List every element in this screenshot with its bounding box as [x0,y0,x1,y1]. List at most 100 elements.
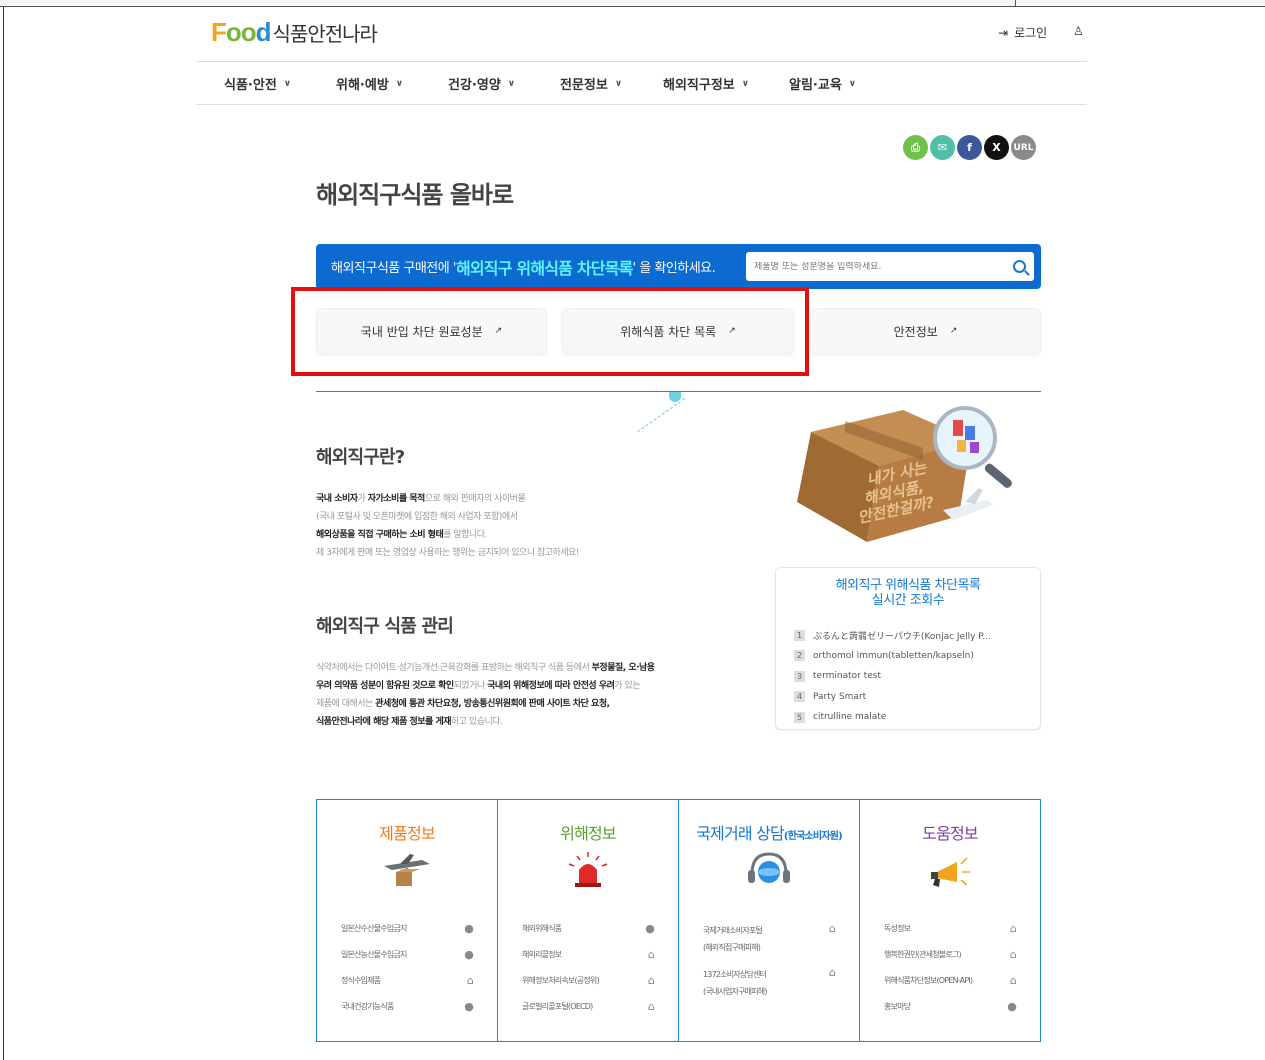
info-link-item[interactable]: 독성정보 ⌂ [884,922,1017,936]
share-toolbar: ⎙ ✉ f X URL [903,135,1036,160]
user-icon[interactable]: ♙ [1073,24,1084,38]
x-icon[interactable]: X [984,135,1009,160]
info-link-label: 국제거래소비자포털 (해외직접구매피해) [703,926,763,952]
info-link-item[interactable]: 위해정보처리속보(공정위) ⌂ [522,974,655,988]
facebook-icon[interactable]: f [957,135,982,160]
email-icon[interactable]: ✉ [930,135,955,160]
banner-text-after: ' 을 확인하세요. [632,261,716,276]
home-icon: ⌂ [828,966,836,979]
body-text: 제품에 대해서는 [316,699,376,709]
header-divider [196,61,1087,62]
emphasis-text: 우려 의약품 성분이 함유된 것으로 확인 [316,681,454,691]
nav-item[interactable]: 위해·예방 ∨ [336,74,448,93]
login-icon: ⇥ [998,25,1009,40]
info-link-item[interactable]: 일본산농산물수입금지 ● [341,948,474,962]
info-link-item[interactable]: 해외리콜정보 ⌂ [522,948,655,962]
info-link-item[interactable]: 1372소비자상담센터 (국내사업자구매피해) ⌂ [703,966,836,998]
info-link-item[interactable]: 행복한권민(관세청블로그) ⌂ [884,948,1017,962]
rank-item-label: ぷるんと蒟蒻ゼリーパウチ(Konjac Jelly P... [813,631,991,642]
main-navigation: 식품·안전 ∨ 위해·예방 ∨ 건강·영양 ∨ 전문정보 ∨ 해외직구정보 ∨ 알림·교육 ∨ [224,74,879,93]
play-circle-icon: ● [464,948,474,961]
window-left-border [3,7,4,1060]
emphasis-text: 자가소비를 목적 [367,494,426,504]
rank-item-label: citrulline malate [813,712,887,723]
play-circle-icon: ● [1007,1000,1017,1013]
nav-item[interactable]: 해외직구정보 ∨ [663,74,789,93]
emphasis-text: 부정물질, 오·남용 [591,663,655,673]
nav-item-label: 전문정보 [560,78,608,93]
info-column-title[interactable]: 국제거래 상담(한국소비자원) [679,820,859,844]
info-column: 도움정보 독성정보 ⌂ 행복한권민(관세청블로그) ⌂ 위해식품차단정보(OPEN-API… [860,800,1040,1041]
nav-item[interactable]: 식품·안전 ∨ [224,74,336,93]
quick-link-button[interactable]: 안전정보 ↗ [810,308,1041,354]
rank-number: 4 [794,691,805,703]
nav-item[interactable]: 건강·영양 ∨ [448,74,560,93]
info-link-label: 홍보마당 [884,1002,911,1011]
info-link-label: 독성정보 [884,924,911,933]
rank-item[interactable]: 3 terminator test [794,666,991,687]
url-icon[interactable]: URL [1011,135,1036,160]
info-column-title-text: 위해정보 [560,824,616,843]
info-link-list: 해외위해식품 ● 해외리콜정보 ⌂ 위해정보처리속보(공정위) ⌂ 글로벌리콜포털(OECD… [522,922,655,1026]
info-link-item[interactable]: 홍보마당 ● [884,1000,1017,1014]
info-column-title-text: 국제거래 상담 [696,824,785,843]
rank-item-label: orthomol immun(tabletten/kapseln) [813,650,974,661]
rank-item[interactable]: 1 ぷるんと蒟蒻ゼリーパウチ(Konjac Jelly P... [794,625,991,646]
home-icon: ⌂ [1009,948,1017,961]
realtime-title-line-1: 해외직구 위해식품 차단목록 [835,578,981,593]
info-column-title[interactable]: 도움정보 [860,820,1040,844]
rank-item[interactable]: 2 orthomol immun(tabletten/kapseln) [794,646,991,667]
paragraph-line: 제 3자에게 판매 또는 영업상 사용하는 행위는 금지되어 있으니 참고하세요… [316,544,579,562]
rank-item[interactable]: 4 Party Smart [794,687,991,708]
nav-item[interactable]: 알림·교육 ∨ [789,74,879,93]
info-link-list: 국제거래소비자포털 (해외직접구매피해) ⌂ 1372소비자상담센터 (국내사업자구… [703,922,836,1010]
rank-item-label: terminator test [813,671,881,682]
info-link-label: 1372소비자상담센터 (국내사업자구매피해) [703,970,767,996]
search-banner: 해외직구식품 구매전에 ' 해외직구 위해식품 차단목록 ' 을 확인하세요. [316,244,1041,289]
nav-divider [196,104,1087,105]
emphasis-text: 관세청에 통관 차단요청, 방송통신위원회에 판매 사이트 차단 요청, [375,699,610,709]
print-icon[interactable]: ⎙ [903,135,928,160]
info-link-item[interactable]: 글로벌리콜포털(OECD) ⌂ [522,1000,655,1014]
info-column-title[interactable]: 위해정보 [498,820,678,844]
external-arrow-icon: ↗ [949,326,958,336]
search-icon[interactable] [1013,260,1026,273]
body-text: 하고 있습니다. [451,717,503,727]
home-icon: ⌂ [647,1000,655,1013]
info-column-title[interactable]: 제품정보 [317,820,497,844]
emphasis-text: 식품안전나라에 해당 제품 정보를 게재 [316,717,452,727]
info-link-item[interactable]: 일본산수산물수입금지 ● [341,922,474,936]
info-link-item[interactable]: 국내건강기능식품 ● [341,1000,474,1014]
nav-item-label: 위해·예방 [336,78,389,93]
emphasis-text: 해외상품을 직접 구매하는 소비 형태 [316,530,444,540]
info-link-item[interactable]: 국제거래소비자포털 (해외직접구매피해) ⌂ [703,922,836,954]
info-link-list: 일본산수산물수입금지 ● 일본산농산물수입금지 ● 정식수입제품 ⌂ 국내건강기능식품 ● [341,922,474,1026]
login-label: 로그인 [1014,26,1048,40]
info-link-label: 일본산수산물수입금지 [341,924,407,933]
rank-item-label: Party Smart [813,691,867,702]
body-text: 를 말합니다. [443,530,487,540]
home-icon: ⌂ [828,922,836,935]
info-link-item[interactable]: 위해식품차단정보(OPEN-API) ⌂ [884,974,1017,988]
login-link[interactable]: ⇥ 로그인 [998,24,1047,41]
info-column-title-text: 도움정보 [922,824,978,843]
search-input[interactable] [754,261,1013,272]
nav-item[interactable]: 전문정보 ∨ [560,74,663,93]
realtime-rank-panel: 해외직구 위해식품 차단목록 실시간 조회수 1 ぷるんと蒟蒻ゼリーパウチ(Kon… [775,567,1041,730]
siren-icon [563,850,613,888]
info-link-item[interactable]: 정식수입제품 ⌂ [341,974,474,988]
rank-number: 3 [794,670,805,682]
info-link-label: 글로벌리콜포털(OECD) [522,1002,593,1011]
page-title: 해외직구식품 올바로 [316,181,514,209]
logo-korean-text: 식품안전나라 [272,21,378,46]
realtime-rank-list: 1 ぷるんと蒟蒻ゼリーパウチ(Konjac Jelly P... 2 orthomol… [794,625,991,728]
info-link-item[interactable]: 해외위해식품 ● [522,922,655,936]
intro-title: 해외직구란? [316,447,405,468]
paragraph-line: 해외상품을 직접 구매하는 소비 형태를 말합니다. [316,526,579,544]
rank-item[interactable]: 5 citrulline malate [794,707,991,728]
site-logo[interactable]: Food 식품안전나라 [211,17,378,47]
home-icon: ⌂ [466,974,474,987]
play-circle-icon: ● [464,922,474,935]
body-text: 제 3자에게 판매 또는 영업상 사용하는 행위는 금지되어 있으니 참고하세요… [316,548,579,558]
nav-item-label: 해외직구정보 [663,78,735,93]
